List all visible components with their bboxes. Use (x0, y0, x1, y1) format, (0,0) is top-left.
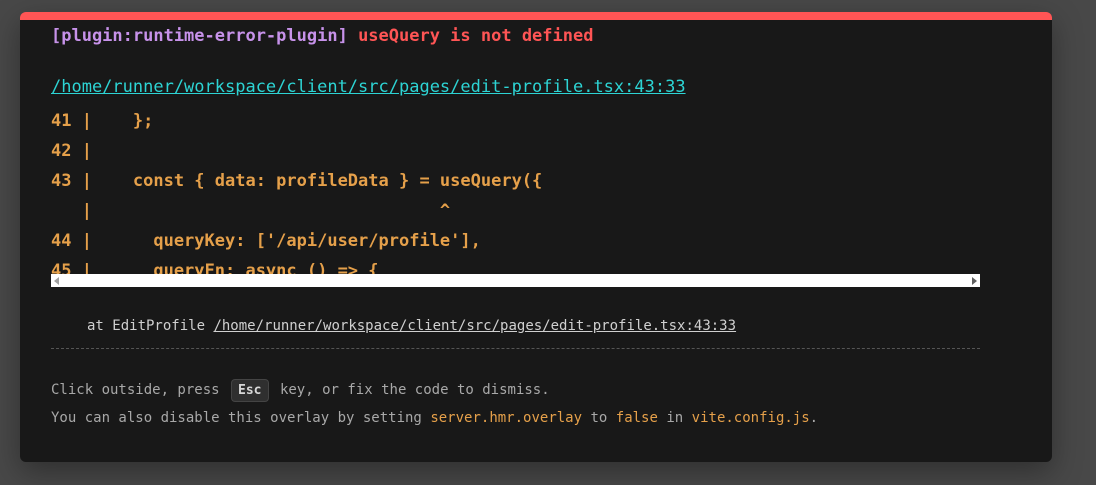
error-file-link[interactable]: /home/runner/workspace/client/src/pages/… (51, 77, 686, 97)
tip-text: Click outside, press (51, 382, 220, 398)
code-frame: 41 | }; 42 | 43 | const { data: profileD… (51, 106, 980, 274)
horizontal-scrollbar[interactable] (51, 274, 980, 287)
tip-text: in (666, 410, 684, 426)
overlay-tip: You can also disable this overlay by set… (51, 410, 818, 426)
error-header: [plugin:runtime-error-plugin] useQuery i… (51, 26, 593, 46)
code-line: 41 | }; (51, 111, 154, 131)
code-line: 44 | queryKey: ['/api/user/profile'], (51, 231, 481, 251)
divider (51, 348, 980, 349)
stack-function: at EditProfile (87, 318, 206, 334)
setting-value: false (615, 410, 658, 426)
code-line: 42 | (51, 141, 92, 161)
tip-text: . (809, 410, 819, 426)
config-file-name: vite.config.js (691, 410, 810, 426)
code-line: | ^ (51, 201, 451, 221)
plugin-name: [plugin:runtime-error-plugin] (51, 26, 348, 46)
stack-trace: at EditProfile /home/runner/workspace/cl… (87, 318, 736, 334)
dismiss-tip: Click outside, press Esc key, or fix the… (51, 379, 550, 402)
setting-name: server.hmr.overlay (430, 410, 583, 426)
tip-text: to (590, 410, 608, 426)
tip-text: You can also disable this overlay by set… (51, 410, 422, 426)
code-line: 43 | const { data: profileData } = useQu… (51, 171, 543, 191)
scroll-left-arrow-icon[interactable] (54, 277, 59, 285)
esc-key-badge: Esc (231, 379, 269, 402)
stack-file-link[interactable]: /home/runner/workspace/client/src/pages/… (213, 318, 736, 334)
scroll-right-arrow-icon[interactable] (972, 277, 977, 285)
tip-text: key, or fix the code to dismiss. (279, 382, 550, 398)
error-message: useQuery is not defined (358, 26, 594, 46)
code-line: 45 | queryFn: async () => { (51, 261, 379, 274)
